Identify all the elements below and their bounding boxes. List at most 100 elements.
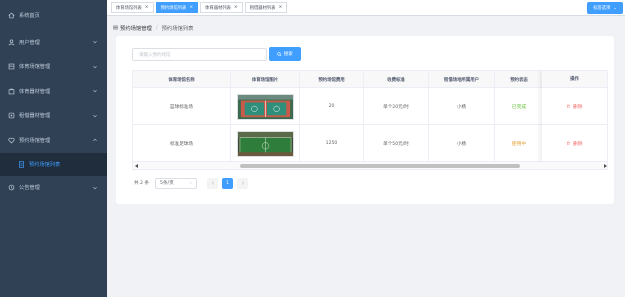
- page-size-value: 5条/页: [160, 181, 174, 186]
- rent-icon: [7, 112, 15, 120]
- delete-button[interactable]: 删除: [566, 140, 583, 147]
- search-icon: [277, 52, 282, 57]
- sidebar-item-label: 用户管理: [19, 39, 40, 46]
- column-header: 预约场馆费用: [300, 71, 364, 88]
- sidebar-item-label: 公告管理: [19, 185, 40, 192]
- close-icon[interactable]: ×: [145, 5, 149, 10]
- sidebar-item-label: 租借器材管理: [19, 113, 51, 120]
- trash-icon: [567, 141, 571, 146]
- trash-icon: [567, 104, 571, 109]
- status-cell: 使用中: [495, 125, 544, 162]
- equipment-icon: [7, 87, 15, 95]
- tag-options-label: 标签选项: [593, 6, 611, 11]
- breadcrumb-separator: /: [155, 25, 158, 31]
- sidebar-item-bookings[interactable]: 预约场馆管理: [0, 128, 107, 153]
- tags-bar: 体育场馆列表 × 预约场馆列表 × 体育器材列表 × 租借器材列表 × 标签选项 ⌄: [107, 0, 625, 16]
- scrollbar-thumb[interactable]: [240, 164, 520, 168]
- sidebar-item-users[interactable]: 用户管理: [0, 30, 107, 55]
- prev-page-button[interactable]: [207, 177, 219, 189]
- tag-rental-list[interactable]: 租借器材列表 ×: [244, 2, 288, 13]
- column-header: 收费标准: [364, 71, 429, 88]
- sidebar-item-rentals[interactable]: 租借器材管理: [0, 104, 107, 129]
- next-page-button[interactable]: [237, 177, 249, 189]
- breadcrumb-current: 预约场馆列表: [161, 26, 194, 32]
- tag-label: 体育器材列表: [205, 5, 231, 11]
- booking-table: 体育场馆名称 体育场馆图片 预约场馆费用 收费标准 租借场地所属用户 预约状态 …: [132, 70, 608, 170]
- chevron-down-icon: ⌄: [613, 5, 617, 11]
- home-icon: [7, 11, 15, 19]
- close-icon[interactable]: ×: [278, 5, 282, 10]
- column-header: 预约状态: [495, 71, 544, 88]
- horizontal-scrollbar[interactable]: [133, 162, 607, 169]
- venue-fee-cell: 20: [300, 88, 364, 125]
- column-header: 体育场馆名称: [133, 71, 231, 88]
- venue-icon: [7, 63, 15, 71]
- sidebar-item-equipment[interactable]: 体育器材管理: [0, 79, 107, 104]
- sidebar-item-home[interactable]: 系统首页: [0, 0, 107, 30]
- search-placeholder: 请输入预约场馆: [139, 52, 171, 58]
- tag-label: 租借器材列表: [249, 5, 276, 11]
- search-button[interactable]: 搜索: [269, 47, 301, 61]
- fee-standard-cell: 单个20元/时: [364, 88, 429, 125]
- action-cell: 删除: [542, 88, 607, 125]
- sidebar-item-label: 体育器材管理: [19, 88, 51, 95]
- status-badge: 使用中: [511, 142, 527, 147]
- chevron-down-icon: [93, 114, 97, 120]
- football-field-image: [236, 130, 294, 157]
- chevron-down-icon: [93, 40, 97, 46]
- delete-button[interactable]: 删除: [566, 103, 583, 110]
- chevron-down-icon: [93, 65, 97, 71]
- chevron-up-icon: [93, 138, 97, 144]
- fixed-action-column: 操作 删除 删除: [542, 71, 607, 162]
- heart-icon: [7, 136, 15, 144]
- scroll-left-icon[interactable]: [135, 163, 138, 168]
- content-card: 请输入预约场馆 搜索 体育场馆名称 体育场馆图片 预约场馆费用 收费标准 租借场…: [116, 36, 614, 204]
- column-header: 租借场地所属用户: [429, 71, 495, 88]
- pagination: 共 2 条 5条/页 1: [134, 177, 249, 189]
- tag-label: 体育场馆列表: [116, 5, 142, 11]
- main-content: 体育场馆列表 × 预约场馆列表 × 体育器材列表 × 租借器材列表 × 标签选项 ⌄ ▤ …: [107, 0, 625, 297]
- close-icon[interactable]: ×: [189, 5, 193, 10]
- pagination-total: 共 2 条: [134, 181, 150, 186]
- chevron-down-icon: [188, 182, 192, 185]
- chevron-down-icon: [93, 186, 97, 192]
- sidebar: 系统首页 用户管理 体育场馆管理 体育器材管理 租借器材管理 预约场馆管理 预约…: [0, 0, 107, 297]
- app: 系统首页 用户管理 体育场馆管理 体育器材管理 租借器材管理 预约场馆管理 预约…: [0, 0, 625, 297]
- venue-name-cell: 标准足球场: [133, 125, 231, 162]
- close-icon[interactable]: ×: [234, 5, 238, 10]
- status-cell: 已完成: [495, 88, 544, 125]
- chevron-left-icon: [211, 181, 214, 185]
- table-row: 篮球标准场 20 单个20元/时 小杨 已完成: [133, 88, 607, 125]
- page-size-select[interactable]: 5条/页: [155, 177, 198, 189]
- tag-label: 预约场馆列表: [160, 5, 187, 11]
- page-number-button[interactable]: 1: [222, 177, 234, 189]
- sidebar-item-label: 预约场馆管理: [19, 137, 51, 144]
- tag-options-button[interactable]: 标签选项 ⌄: [587, 2, 623, 14]
- breadcrumb-parent[interactable]: 预约场馆管理: [120, 24, 152, 32]
- sidebar-item-label: 预约场馆列表: [29, 161, 61, 168]
- search-button-label: 搜索: [283, 52, 293, 57]
- fee-standard-cell: 单个50元/时: [364, 125, 429, 162]
- scroll-right-icon[interactable]: [604, 163, 607, 168]
- sidebar-item-booking-list[interactable]: 预约场馆列表: [0, 152, 107, 176]
- user-cell: 小杨: [429, 125, 495, 162]
- tag-booking-list[interactable]: 预约场馆列表 ×: [155, 2, 199, 13]
- sidebar-item-label: 体育场馆管理: [19, 64, 51, 71]
- delete-label: 删除: [572, 104, 583, 110]
- sidebar-item-notices[interactable]: 公告管理: [0, 176, 107, 201]
- venue-fee-cell: 1250: [300, 125, 364, 162]
- tag-equipment-list[interactable]: 体育器材列表 ×: [200, 2, 243, 13]
- user-icon: [7, 38, 15, 46]
- venue-image-cell: [231, 125, 300, 162]
- sidebar-item-label: 系统首页: [19, 12, 40, 19]
- sidebar-item-venues[interactable]: 体育场馆管理: [0, 55, 107, 80]
- tag-venue-list[interactable]: 体育场馆列表 ×: [111, 2, 154, 13]
- venue-name-cell: 篮球标准场: [133, 88, 231, 125]
- breadcrumb-icon: ▤: [113, 25, 119, 31]
- status-badge: 已完成: [511, 105, 527, 110]
- table-header: 体育场馆名称 体育场馆图片 预约场馆费用 收费标准 租借场地所属用户 预约状态: [133, 71, 607, 88]
- chevron-down-icon: [93, 89, 97, 95]
- bell-icon: [7, 184, 15, 192]
- doc-icon: [17, 160, 25, 168]
- search-input[interactable]: 请输入预约场馆: [132, 48, 267, 61]
